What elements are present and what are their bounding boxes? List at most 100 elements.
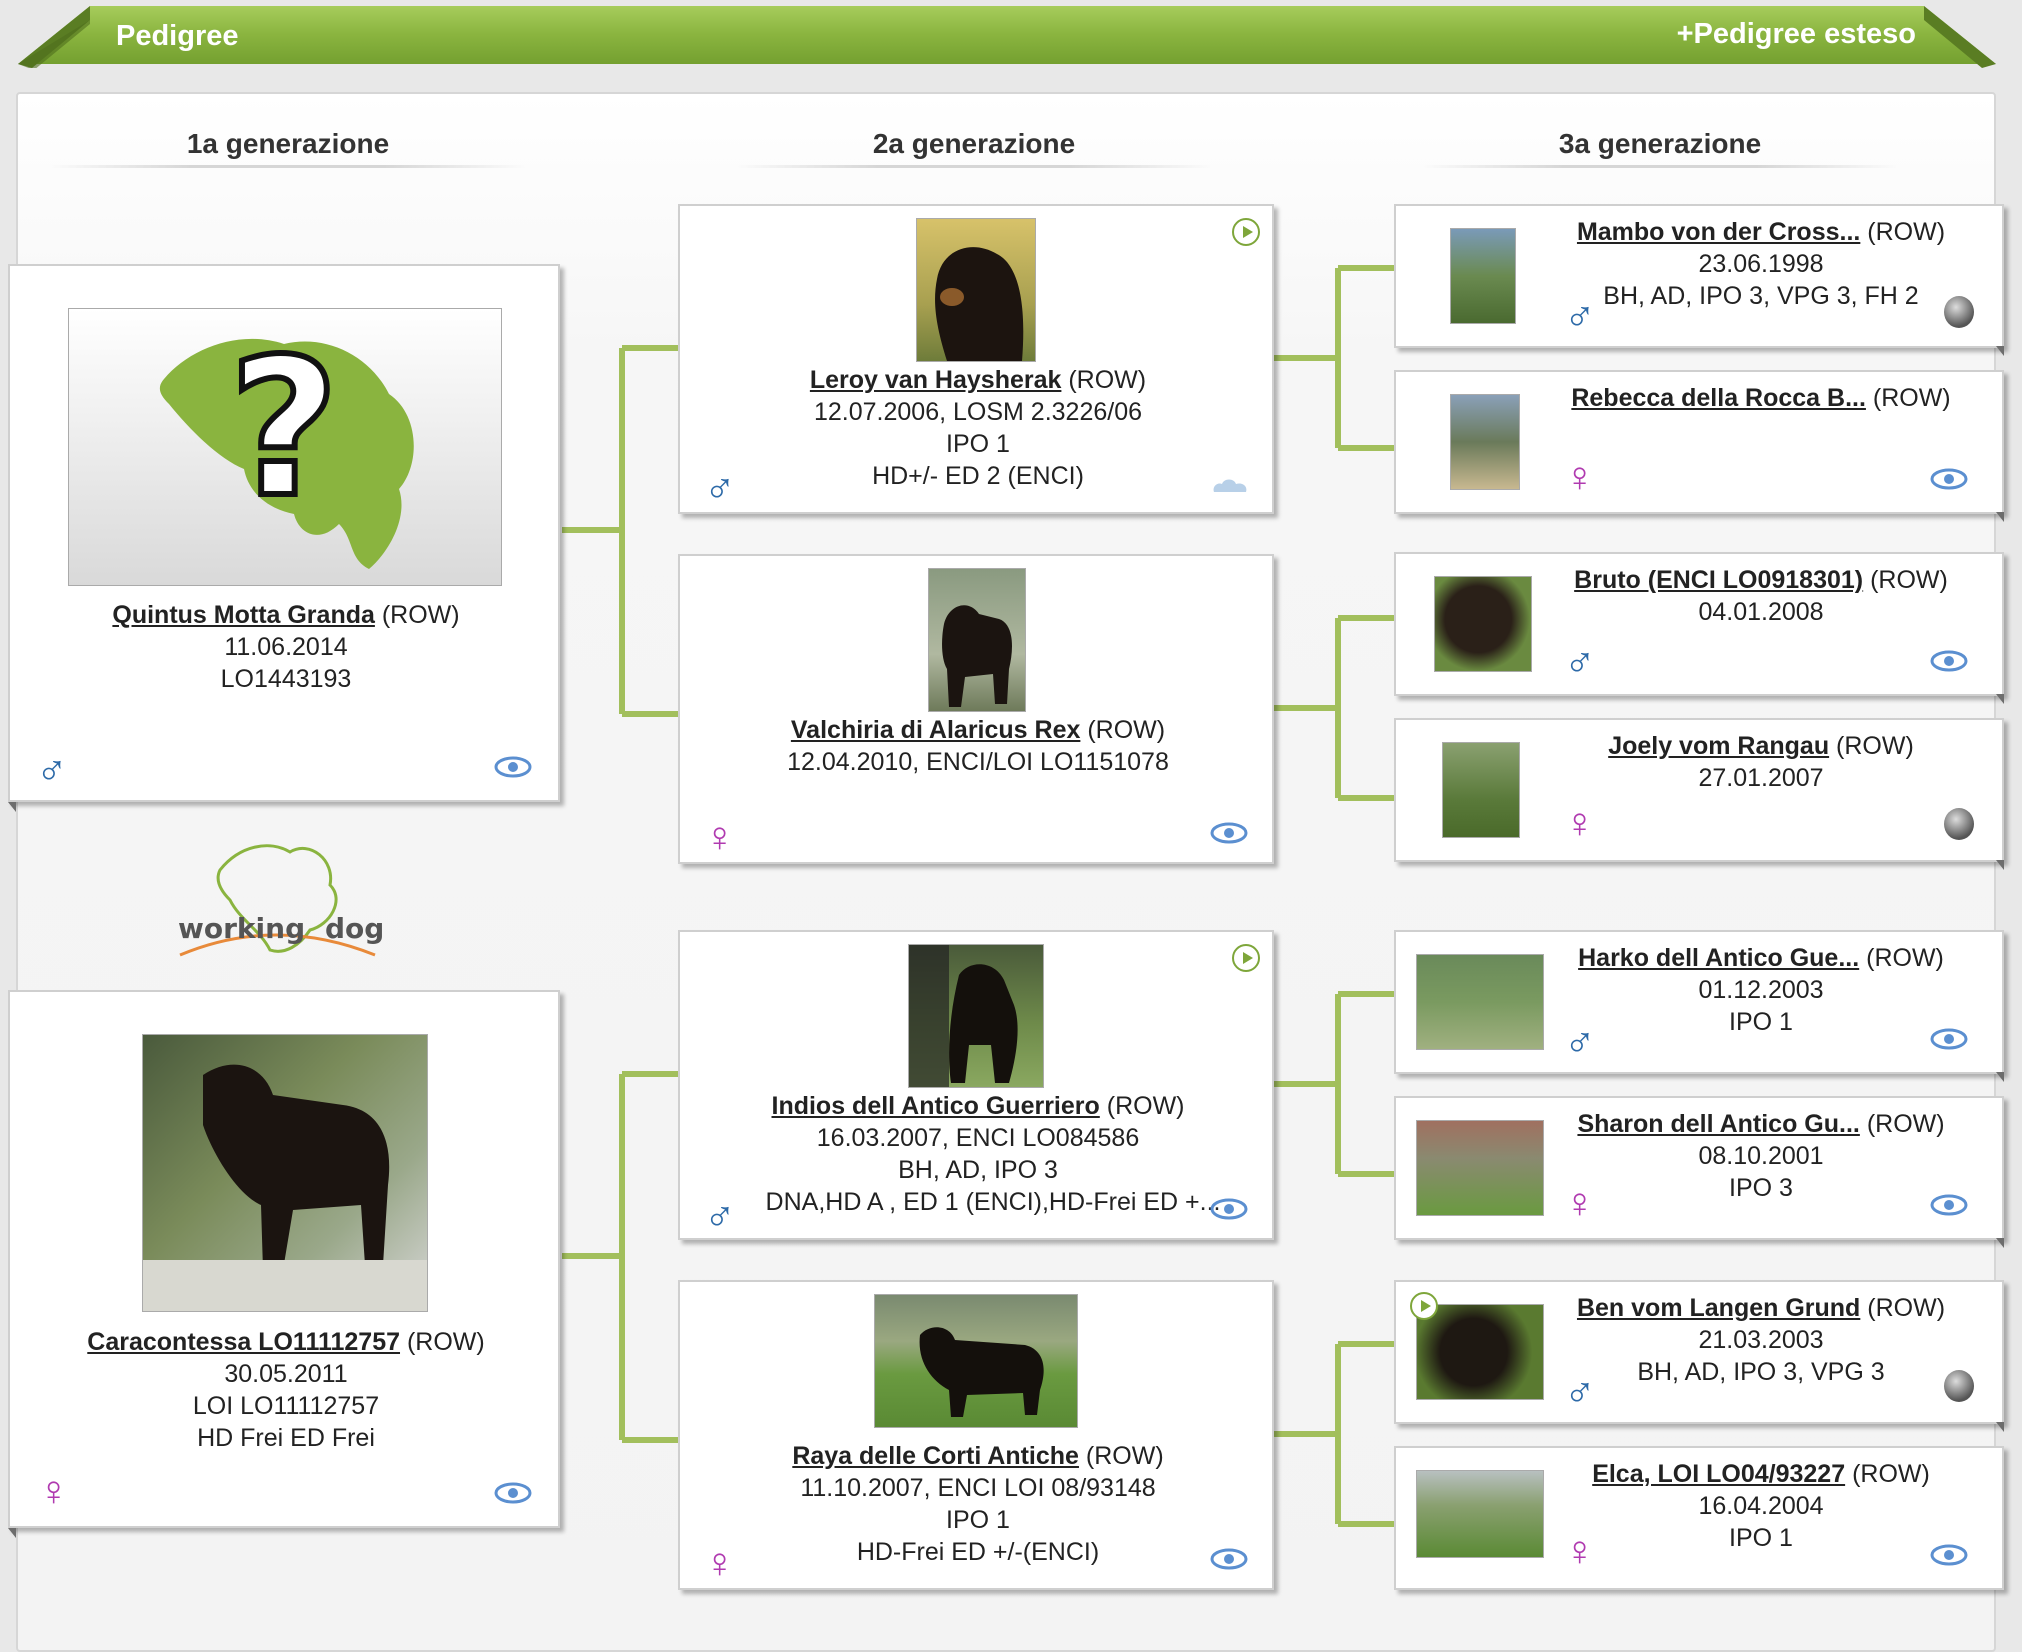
male-icon: ♂ [704, 463, 736, 510]
birth-registration: 12.07.2006, LOSM 2.3226/06 [813, 398, 1143, 426]
placeholder-photo: ? [68, 308, 502, 586]
dog-name-link[interactable]: Joely vom Rangau [1608, 732, 1829, 760]
birth-registration: 16.03.2007, ENCI LO084586 [816, 1124, 1140, 1152]
corner-tab [1996, 512, 2004, 522]
view-details-icon[interactable] [1930, 1194, 1968, 1216]
play-video-icon[interactable] [1410, 1292, 1438, 1320]
dog-photo [916, 218, 1036, 362]
view-details-icon[interactable] [1930, 1544, 1968, 1566]
medal-icon[interactable] [1944, 808, 1974, 840]
corner-tab [8, 802, 16, 812]
pedigree-card-dam-sire[interactable]: Indios dell Antico Guerriero (ROW) 16.03… [678, 930, 1274, 1240]
female-icon: ♀ [1564, 1179, 1596, 1226]
breed-code: (ROW) [1867, 218, 1946, 246]
dog-photo [1416, 954, 1544, 1050]
health-results: HD+/- ED 2 (ENCI) [872, 462, 1084, 490]
dog-name-link[interactable]: Quintus Motta Granda [112, 601, 375, 629]
titles: BH, AD, IPO 3, VPG 3 [1637, 1358, 1885, 1386]
working-dog-logo: working dog [160, 830, 390, 970]
dog-name-link[interactable]: Bruto (ENCI LO0918301) [1574, 566, 1863, 594]
registration: LOI LO11112757 [192, 1392, 380, 1420]
health-results: DNA,HD A , ED 1 (ENCI),HD-Frei ED +... [765, 1188, 1221, 1216]
dog-name-link[interactable]: Leroy van Haysherak [810, 366, 1062, 394]
pedigree-card-ggs-5[interactable]: Harko dell Antico Gue... (ROW) 01.12.200… [1394, 930, 2004, 1074]
medal-icon[interactable] [1944, 296, 1974, 328]
pedigree-card-sire-sire[interactable]: Leroy van Haysherak (ROW) 12.07.2006, LO… [678, 204, 1274, 514]
view-details-icon[interactable] [1930, 1028, 1968, 1050]
breed-code: (ROW) [1085, 1442, 1164, 1470]
birth-date: 11.06.2014 [224, 633, 348, 661]
pedigree-card-sire-dam[interactable]: Valchiria di Alaricus Rex (ROW) 12.04.20… [678, 554, 1274, 864]
female-icon: ♀ [1564, 1527, 1596, 1574]
titles: IPO 1 [946, 430, 1010, 458]
pedigree-card-ggs-6[interactable]: Sharon dell Antico Gu... (ROW) 08.10.200… [1394, 1096, 2004, 1240]
male-icon: ♂ [1564, 291, 1596, 338]
pedigree-card-sire[interactable]: ? Quintus Motta Granda (ROW) 11.06.2014 … [8, 264, 560, 802]
health-results: HD-Frei ED +/-(ENCI) [856, 1538, 1100, 1566]
birth-date: 21.03.2003 [1698, 1326, 1824, 1354]
play-video-icon[interactable] [1232, 218, 1260, 246]
breed-code: (ROW) [1068, 366, 1147, 394]
female-icon: ♀ [704, 813, 736, 860]
logo-graphic: working dog [178, 844, 384, 957]
dog-photo [1450, 228, 1516, 324]
birth-date: 08.10.2001 [1698, 1142, 1824, 1170]
medal-icon[interactable] [1944, 1370, 1974, 1402]
dog-name-link[interactable]: Valchiria di Alaricus Rex [791, 716, 1081, 744]
pedigree-card-ggs-8[interactable]: Elca, LOI LO04/93227 (ROW) 16.04.2004 IP… [1394, 1446, 2004, 1590]
breed-code: (ROW) [381, 601, 460, 629]
svg-text:?: ? [229, 318, 339, 539]
female-icon: ♀ [38, 1467, 70, 1514]
dog-image [919, 1327, 1044, 1417]
pedigree-card-ggs-2[interactable]: Rebecca della Rocca B... (ROW) ♀ [1394, 370, 2004, 514]
breed-code: (ROW) [1870, 566, 1948, 594]
dog-name-link[interactable]: Ben vom Langen Grund [1577, 1294, 1860, 1322]
dog-photo [928, 568, 1026, 712]
view-details-icon[interactable] [1210, 1548, 1248, 1570]
breed-code: (ROW) [1087, 716, 1166, 744]
birth-date: 30.05.2011 [224, 1360, 348, 1388]
breed-code: (ROW) [1867, 1294, 1946, 1322]
dog-name-link[interactable]: Caracontessa LO11112757 [87, 1328, 400, 1356]
dog-name-link[interactable]: Mambo von der Cross... [1577, 218, 1860, 246]
pedigree-card-dam-dam[interactable]: Raya delle Corti Antiche (ROW) 11.10.200… [678, 1280, 1274, 1590]
view-details-icon[interactable] [1930, 468, 1968, 490]
breed-code: (ROW) [1836, 732, 1914, 760]
play-video-icon[interactable] [1232, 944, 1260, 972]
dog-name-link[interactable]: Elca, LOI LO04/93227 [1592, 1460, 1845, 1488]
pedigree-card-dam[interactable]: Caracontessa LO11112757 (ROW) 30.05.2011… [8, 990, 560, 1528]
offspring-icon[interactable] [1210, 476, 1250, 494]
view-details-icon[interactable] [494, 756, 532, 778]
corner-tab [1996, 346, 2004, 356]
dog-silhouette [143, 1064, 427, 1311]
titles: IPO 1 [1729, 1008, 1793, 1036]
view-details-icon[interactable] [1930, 650, 1968, 672]
corner-tab [1996, 1238, 2004, 1248]
dog-image [909, 945, 1018, 1087]
corner-tab [1996, 860, 2004, 870]
logo-word-1: working [178, 912, 305, 945]
pedigree-card-ggs-4[interactable]: Joely vom Rangau (ROW) 27.01.2007 ♀ [1394, 718, 2004, 862]
dog-photo [1416, 1120, 1544, 1216]
dog-photo [1416, 1470, 1544, 1558]
dog-photo [1450, 394, 1520, 490]
dog-name-link[interactable]: Rebecca della Rocca B... [1571, 384, 1866, 412]
titles: IPO 1 [946, 1506, 1010, 1534]
titles: BH, AD, IPO 3, VPG 3, FH 2 [1603, 282, 1919, 310]
view-details-icon[interactable] [1210, 822, 1248, 844]
pedigree-card-ggs-1[interactable]: Mambo von der Cross... (ROW) 23.06.1998 … [1394, 204, 2004, 348]
male-icon: ♂ [1564, 1017, 1596, 1064]
view-details-icon[interactable] [494, 1482, 532, 1504]
male-icon: ♂ [1564, 637, 1596, 684]
unknown-dog-image: ? [159, 315, 414, 569]
breed-code: (ROW) [1106, 1092, 1185, 1120]
dog-photo [1442, 742, 1520, 838]
titles: BH, AD, IPO 3 [898, 1156, 1058, 1184]
dog-name-link[interactable]: Indios dell Antico Guerriero [772, 1092, 1100, 1120]
pedigree-card-ggs-7[interactable]: Ben vom Langen Grund (ROW) 21.03.2003 BH… [1394, 1280, 2004, 1424]
pedigree-card-ggs-3[interactable]: Bruto (ENCI LO0918301) (ROW) 04.01.2008 … [1394, 552, 2004, 696]
dog-name-link[interactable]: Raya delle Corti Antiche [792, 1442, 1079, 1470]
dog-name-link[interactable]: Sharon dell Antico Gu... [1577, 1110, 1859, 1138]
view-details-icon[interactable] [1210, 1198, 1248, 1220]
dog-name-link[interactable]: Harko dell Antico Gue... [1578, 944, 1859, 972]
